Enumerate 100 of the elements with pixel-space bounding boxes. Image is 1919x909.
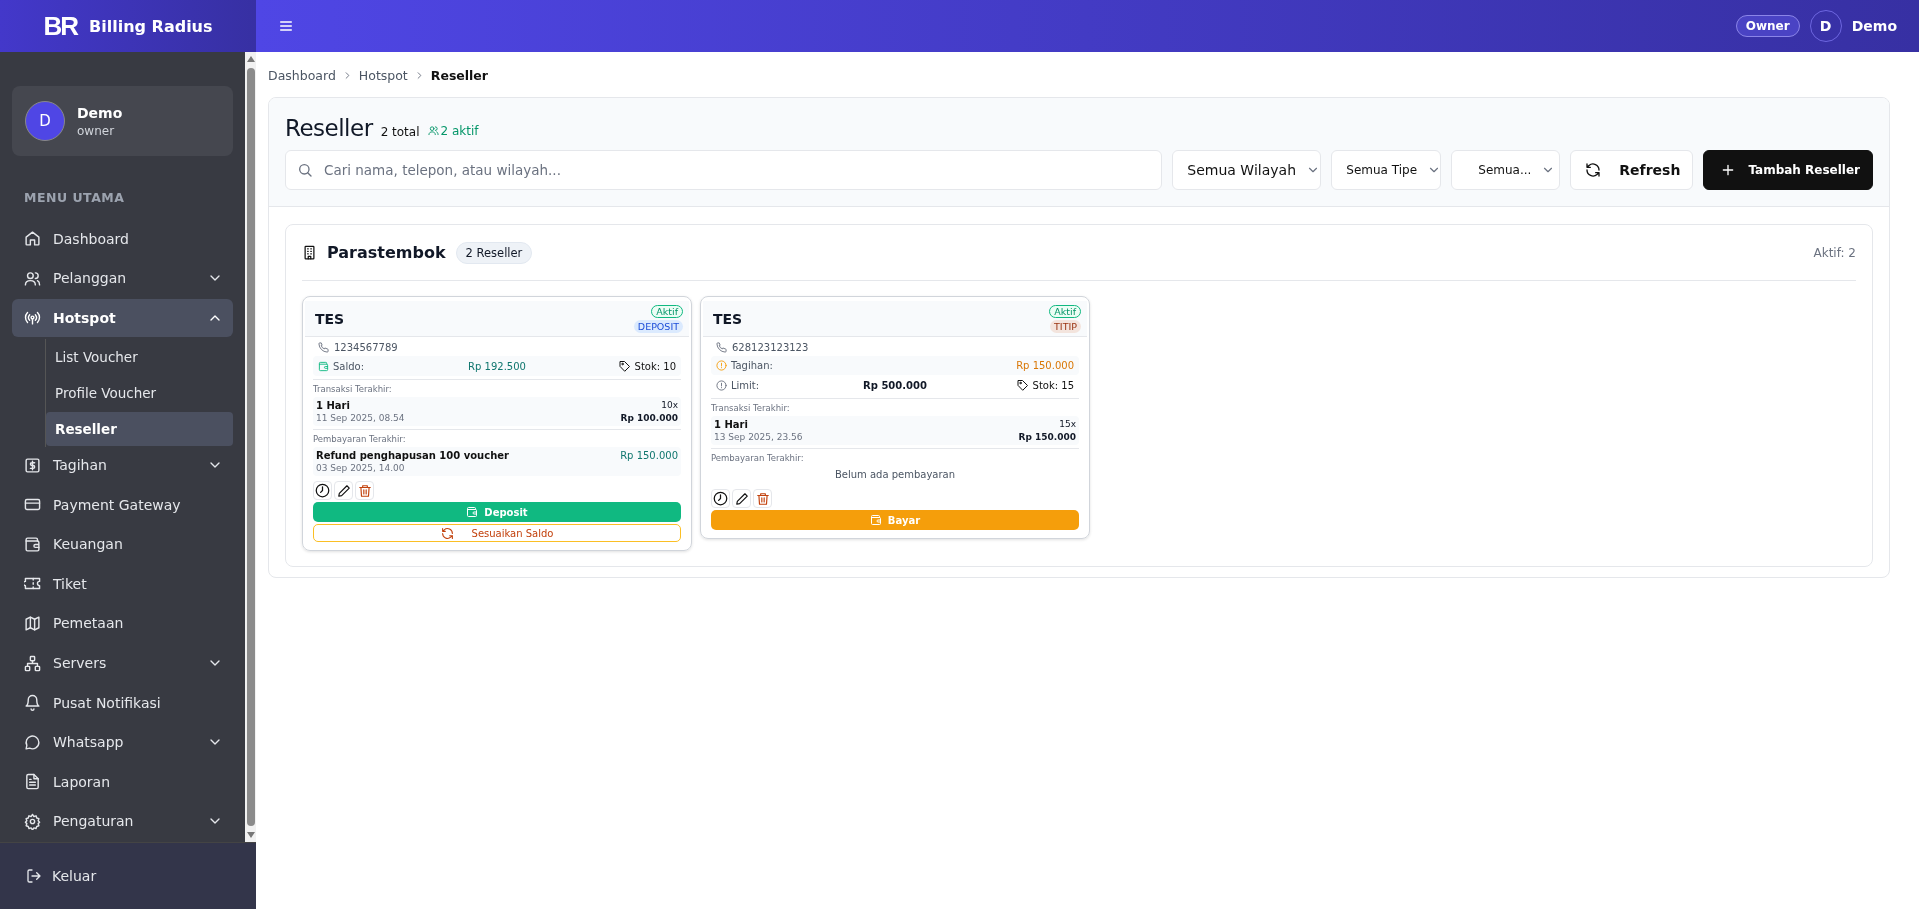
scrollbar[interactable]	[245, 52, 256, 842]
pencil-icon	[734, 491, 749, 506]
menu-section-title: MENU UTAMA	[24, 190, 126, 205]
building-icon	[302, 245, 317, 260]
sidebar-item[interactable]: Pelanggan	[12, 259, 233, 298]
phone-icon	[318, 342, 329, 353]
adjust-balance-button[interactable]: Sesuaikan Saldo	[313, 524, 681, 542]
sidebar-item[interactable]: Pengaturan	[12, 802, 233, 840]
broadcast-icon	[24, 309, 41, 327]
history-button[interactable]	[313, 481, 332, 500]
logout-button[interactable]: Keluar	[0, 842, 256, 909]
trash-icon	[755, 491, 770, 506]
refresh-button[interactable]: Refresh	[1570, 150, 1694, 190]
section-label: Pembayaran Terakhir:	[313, 429, 681, 444]
wallet-icon	[318, 360, 329, 372]
dollar-icon	[24, 456, 41, 474]
active-count: 2 aktif	[440, 123, 479, 138]
transaction-date: 11 Sep 2025, 08.54	[316, 413, 405, 423]
wallet-icon	[24, 535, 41, 553]
delete-button[interactable]	[355, 481, 374, 500]
user-avatar: D	[25, 101, 65, 141]
payment-description: Refund penghapusan 100 voucher	[316, 450, 509, 461]
sidebar-item[interactable]: Dashboard	[12, 220, 233, 258]
reseller-name: TES	[713, 311, 743, 327]
house-icon	[24, 230, 41, 248]
transaction-date: 13 Sep 2025, 23.56	[714, 432, 803, 442]
reseller-count-badge: 2 Reseller	[455, 241, 533, 264]
phone-number: 1234567789	[334, 342, 398, 353]
user-role: owner	[77, 123, 116, 138]
alert-icon	[716, 360, 727, 371]
wallet-icon	[466, 506, 479, 518]
bell-icon	[24, 694, 41, 712]
sidebar-item[interactable]: Hotspot	[12, 299, 233, 337]
phone-icon	[716, 342, 727, 353]
group-name: Parastembok	[327, 243, 446, 262]
clock-icon	[315, 483, 330, 498]
phone-number: 628123123123	[732, 342, 809, 353]
edit-button[interactable]	[732, 489, 751, 508]
refresh-icon	[1585, 162, 1602, 178]
section-label: Transaksi Terakhir:	[313, 379, 681, 394]
type-badge: TITIP	[1050, 320, 1081, 333]
add-reseller-button[interactable]: Tambah Reseller	[1703, 150, 1873, 190]
edit-button[interactable]	[334, 481, 353, 500]
users-icon	[427, 125, 439, 136]
user-name: Demo	[77, 104, 123, 121]
network-icon	[24, 654, 41, 672]
sidebar-item[interactable]: Pusat Notifikasi	[12, 683, 233, 722]
section-label: Pembayaran Terakhir:	[711, 448, 1079, 463]
section-label: Transaksi Terakhir:	[711, 398, 1079, 413]
filter-dropdown[interactable]: Semua Wilayah	[1172, 150, 1322, 190]
document-icon	[24, 773, 41, 791]
balance-label: Saldo:	[333, 360, 365, 372]
settings-icon	[24, 812, 41, 830]
breadcrumb-item: Reseller	[430, 68, 488, 83]
stock-count: Stok: 15	[1032, 379, 1074, 391]
sidebar-item[interactable]: Servers	[12, 644, 233, 682]
transaction-amount: Rp 150.000	[1018, 432, 1076, 442]
active-count: Aktif: 2	[1813, 245, 1856, 260]
users-icon	[24, 269, 41, 287]
sidebar-item[interactable]: Keuangan	[12, 525, 233, 564]
transaction-amount: Rp 100.000	[620, 413, 678, 423]
menu-icon	[278, 18, 294, 34]
breadcrumb-item[interactable]: Dashboard	[268, 68, 336, 83]
refresh-icon	[440, 526, 454, 540]
pencil-icon	[336, 483, 351, 498]
sidebar-item[interactable]: Whatsapp	[12, 723, 233, 761]
search-field[interactable]: Cari nama, telepon, atau wilayah...	[285, 150, 1163, 190]
status-badge: Aktif	[1049, 305, 1081, 318]
total-count: 2 total	[380, 125, 420, 139]
type-badge: DEPOSIT	[633, 320, 683, 333]
limit-label: Limit:	[731, 379, 760, 391]
limit-value: Rp 500.000	[862, 379, 928, 391]
stock-count: Stok: 10	[634, 360, 676, 372]
filter-dropdown[interactable]: Semua...	[1451, 150, 1561, 190]
sidebar-item[interactable]: Payment Gateway	[12, 486, 233, 524]
sidebar-item[interactable]: Laporan	[12, 762, 233, 801]
payment-amount: Rp 150.000	[620, 450, 678, 461]
chat-bubble-icon	[24, 733, 41, 751]
breadcrumb-item[interactable]: Hotspot	[358, 68, 408, 83]
status-badge: Aktif	[651, 305, 683, 318]
delete-button[interactable]	[753, 489, 772, 508]
submenu-item[interactable]: Reseller	[46, 411, 233, 446]
filter-dropdown[interactable]: Semua Tipe	[1331, 150, 1442, 190]
user-name[interactable]: Demo	[1851, 18, 1897, 34]
submenu-item[interactable]: Profile Voucher	[46, 375, 233, 410]
brand-logo: BR	[43, 10, 77, 42]
transaction-quantity: 10x	[661, 400, 678, 410]
payment-date: 03 Sep 2025, 14.00	[316, 463, 406, 473]
role-badge: Owner	[1735, 15, 1800, 37]
transaction-name: 1 Hari	[316, 400, 351, 411]
sidebar-item[interactable]: Tiket	[12, 565, 233, 603]
transaction-quantity: 15x	[1059, 419, 1076, 429]
sidebar-item[interactable]: Tagihan	[12, 446, 233, 485]
submenu-item[interactable]: List Voucher	[46, 339, 233, 374]
map-icon	[24, 615, 41, 632]
sidebar-item[interactable]: Pemetaan	[12, 604, 233, 643]
balance-value: Rp 192.500	[467, 360, 527, 372]
tag-icon	[618, 360, 631, 372]
history-button[interactable]	[711, 489, 730, 508]
menu-button[interactable]	[278, 18, 294, 34]
